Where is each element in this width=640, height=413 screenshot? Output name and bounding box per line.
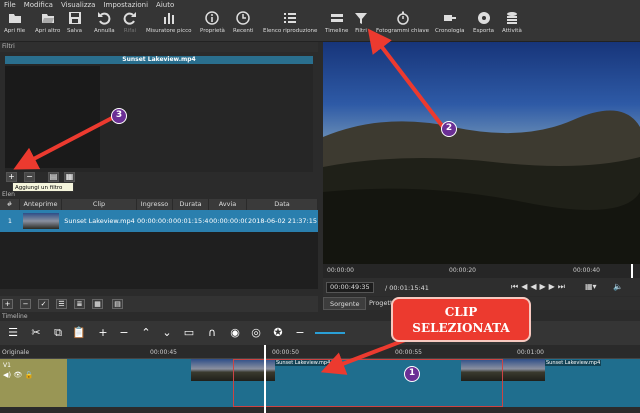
annotation-badge-2: 2 — [441, 121, 457, 137]
annotation-arrows — [13, 28, 445, 375]
arrow-to-add-filter — [13, 116, 113, 170]
selected-clip-callout: CLIP SELEZIONATA — [391, 297, 531, 342]
annotation-badge-1: 1 — [404, 366, 420, 382]
shotcut-window: File Modifica Visualizza Impostazioni Ai… — [0, 0, 640, 413]
callout-line-1: CLIP — [444, 305, 478, 319]
arrow-to-filters — [367, 28, 445, 129]
arrow-to-clip — [320, 338, 406, 375]
annotation-badge-3: 3 — [111, 108, 127, 124]
callout-line-2: SELEZIONATA — [412, 321, 510, 335]
